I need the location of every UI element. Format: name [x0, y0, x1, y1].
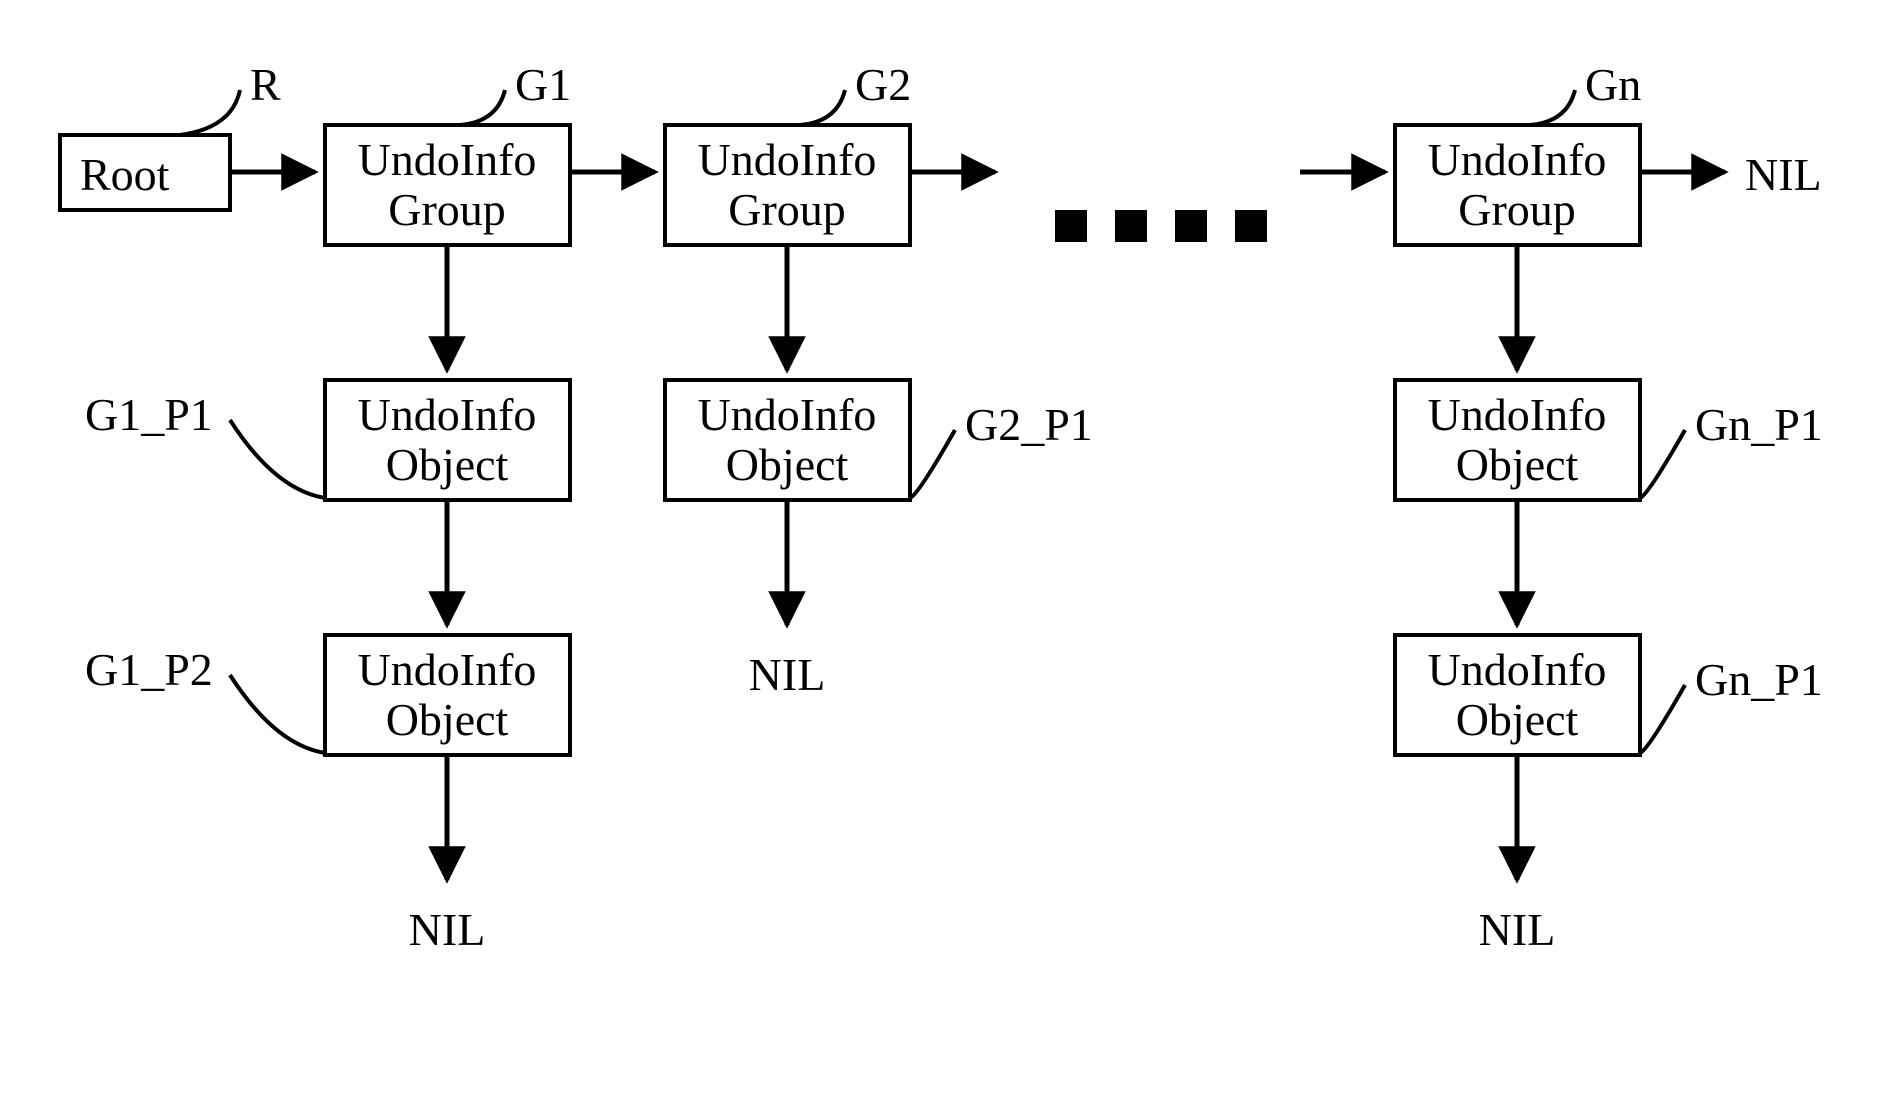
object-node-g1-p2: UndoInfo Object — [325, 635, 570, 755]
gnp2-tag: Gn_P1 — [1695, 654, 1823, 705]
gnp1-leader — [1640, 430, 1685, 498]
g2p1-label-line2: Object — [726, 439, 849, 490]
g1p1-tag: G1_P1 — [85, 389, 213, 440]
root-label: Root — [80, 149, 170, 200]
gnp1-label-line2: Object — [1456, 439, 1579, 490]
g2-tag: G2 — [855, 59, 911, 110]
group-node-g2: UndoInfo Group — [665, 125, 910, 245]
gn-tag: Gn — [1585, 59, 1641, 110]
g1p1-leader — [230, 420, 325, 498]
g1p2-tag: G1_P2 — [85, 644, 213, 695]
g1-tag: G1 — [515, 59, 571, 110]
list-terminal-label: NIL — [1745, 149, 1822, 200]
g1p2-leader — [230, 675, 325, 753]
g2-label-line2: Group — [728, 184, 846, 235]
g1p1-label-line2: Object — [386, 439, 509, 490]
object-node-gn-p2: UndoInfo Object — [1395, 635, 1640, 755]
root-leader — [180, 90, 240, 135]
gnp2-label-line1: UndoInfo — [1428, 644, 1607, 695]
g1-leader — [460, 90, 505, 125]
gn-leader — [1530, 90, 1575, 125]
gn-label-line2: Group — [1458, 184, 1576, 235]
g2-label-line1: UndoInfo — [698, 134, 877, 185]
gnp2-leader — [1640, 685, 1685, 753]
gnp2-label-line2: Object — [1456, 694, 1579, 745]
g1-label-line2: Group — [388, 184, 506, 235]
object-node-gn-p1: UndoInfo Object — [1395, 380, 1640, 500]
g2p1-label-line1: UndoInfo — [698, 389, 877, 440]
g1p1-label-line1: UndoInfo — [358, 389, 537, 440]
diagram-canvas: Root R UndoInfo Group G1 UndoInfo Group … — [0, 0, 1891, 1106]
root-tag: R — [250, 59, 281, 110]
g1-terminal: NIL — [409, 904, 486, 955]
g2-terminal: NIL — [749, 649, 826, 700]
gnp1-label-line1: UndoInfo — [1428, 389, 1607, 440]
ellipsis-icon — [1055, 210, 1267, 242]
group-node-g1: UndoInfo Group — [325, 125, 570, 245]
g2-leader — [800, 90, 845, 125]
gn-terminal: NIL — [1479, 904, 1556, 955]
g1p2-label-line1: UndoInfo — [358, 644, 537, 695]
object-node-g2-p1: UndoInfo Object — [665, 380, 910, 500]
object-node-g1-p1: UndoInfo Object — [325, 380, 570, 500]
g1-label-line1: UndoInfo — [358, 134, 537, 185]
g1p2-label-line2: Object — [386, 694, 509, 745]
gn-label-line1: UndoInfo — [1428, 134, 1607, 185]
g2p1-leader — [910, 430, 955, 498]
root-node: Root — [60, 135, 230, 210]
gnp1-tag: Gn_P1 — [1695, 399, 1823, 450]
g2p1-tag: G2_P1 — [965, 399, 1093, 450]
group-node-gn: UndoInfo Group — [1395, 125, 1640, 245]
